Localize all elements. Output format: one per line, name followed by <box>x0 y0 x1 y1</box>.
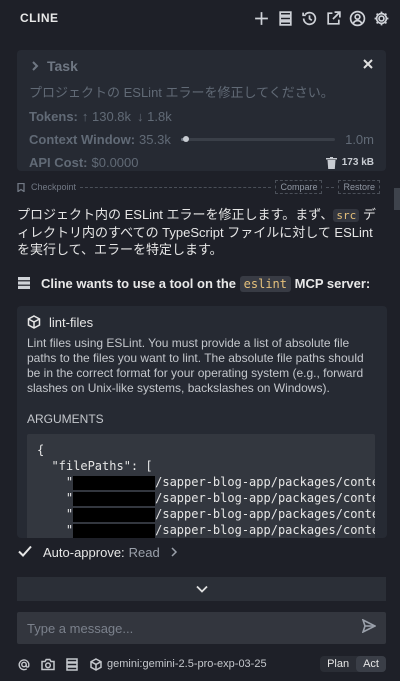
mcp-servers-button[interactable] <box>65 657 79 671</box>
gear-icon[interactable] <box>372 9 390 27</box>
tokens-in: ↑ 130.8k <box>81 109 132 124</box>
bottom-bar: gemini:gemini-2.5-pro-exp-03-25 Plan Act <box>17 654 386 674</box>
mcp-server-name: eslint <box>239 275 291 292</box>
plan-mode-button[interactable]: Plan <box>320 656 356 672</box>
context-progress-bar <box>180 136 336 142</box>
plus-icon[interactable] <box>252 9 270 27</box>
checkpoint-row: Checkpoint Compare Restore <box>17 180 380 194</box>
task-label: Task <box>47 58 78 74</box>
server-icon[interactable] <box>276 9 294 27</box>
task-text: プロジェクトの ESLint エラーを修正してください。 <box>29 85 334 100</box>
arguments-label: ARGUMENTS <box>27 412 104 426</box>
restore-button[interactable]: Restore <box>338 180 380 194</box>
plan-act-toggle[interactable]: Plan Act <box>320 656 386 672</box>
popout-icon[interactable] <box>324 9 342 27</box>
server-icon <box>18 277 30 289</box>
cost-label: API Cost: <box>29 155 88 170</box>
message-input-box <box>17 612 386 644</box>
task-size[interactable]: 173 kB <box>325 156 374 169</box>
inline-code: src <box>333 209 360 222</box>
cube-icon <box>27 315 41 329</box>
scrollbar-thumb[interactable] <box>394 188 400 210</box>
cost-row: API Cost: $0.0000 173 kB <box>29 155 374 170</box>
send-icon <box>361 617 377 634</box>
context-max: 1.0m <box>345 132 374 147</box>
arguments-code: { "filePaths": [ "/sapper-blog-app/packa… <box>27 434 375 538</box>
account-icon[interactable] <box>348 9 366 27</box>
checkpoint-divider <box>326 186 335 188</box>
code-line: { <box>37 443 45 457</box>
scroll-to-bottom-button[interactable] <box>17 577 386 601</box>
checkpoint-label: Checkpoint <box>31 182 77 192</box>
context-label: Context Window: <box>29 132 136 147</box>
task-panel: Task プロジェクトの ESLint エラーを修正してください。 Tokens… <box>17 50 386 171</box>
header: CLINE <box>0 0 400 36</box>
history-icon[interactable] <box>300 9 318 27</box>
task-toggle[interactable]: Task <box>29 58 78 74</box>
chevron-down-icon <box>195 585 208 593</box>
tool-name-row: lint-files <box>27 314 377 330</box>
task-size-value: 173 kB <box>341 157 374 168</box>
at-icon <box>18 658 30 670</box>
tokens-out: ↓ 1.8k <box>137 109 172 124</box>
cube-icon <box>90 657 102 671</box>
camera-icon <box>41 658 55 670</box>
checkpoint-divider <box>80 186 272 188</box>
close-icon <box>363 59 373 69</box>
add-image-button[interactable] <box>41 658 55 671</box>
tokens-label: Tokens: <box>29 109 78 124</box>
server-icon <box>66 657 78 671</box>
redacted-block <box>73 507 156 522</box>
context-progress-marker <box>183 136 190 142</box>
chevron-right-icon <box>170 545 178 560</box>
app-title: CLINE <box>20 11 59 25</box>
code-line: "/sapper-blog-app/packages/conte <box>37 491 375 506</box>
tool-description: Lint files using ESLint. You must provid… <box>27 336 364 395</box>
send-button[interactable] <box>361 617 377 638</box>
redacted-block <box>73 523 156 538</box>
tool-name: lint-files <box>49 314 94 330</box>
tool-request-heading: Cline wants to use a tool on the eslint … <box>17 274 387 292</box>
redacted-block <box>73 475 156 490</box>
assistant-message: プロジェクト内の ESLint エラーを修正します。まず、 src ディレクトリ内… <box>17 206 383 258</box>
model-selector[interactable]: gemini:gemini-2.5-pro-exp-03-25 <box>89 657 267 671</box>
tool-request-suffix: MCP server: <box>294 275 371 291</box>
auto-approve-checkbox[interactable] <box>17 543 33 562</box>
redacted-block <box>73 491 156 506</box>
context-row: Context Window: 35.3k 1.0m <box>29 132 374 147</box>
auto-approve-value: Read <box>128 544 160 560</box>
compare-button[interactable]: Compare <box>275 180 323 194</box>
tokens-row: Tokens: ↑ 130.8k ↓ 1.8k <box>29 109 374 124</box>
tool-card: lint-files Lint files using ESLint. You … <box>17 306 387 538</box>
code-line: "/sapper-blog-app/packages/conte <box>37 475 375 490</box>
code-line: "filePaths": [ <box>37 459 153 473</box>
message-text-1: プロジェクト内の ESLint エラーを修正します。まず、 <box>17 207 334 222</box>
trash-icon <box>325 156 337 169</box>
mention-button[interactable] <box>17 658 31 671</box>
check-icon <box>18 545 32 557</box>
cost-value: $0.0000 <box>91 155 139 170</box>
bookmark-icon <box>17 182 25 192</box>
message-input[interactable] <box>27 620 362 636</box>
code-line: "/sapper-blog-app/packages/conte <box>37 523 375 538</box>
model-name: gemini:gemini-2.5-pro-exp-03-25 <box>107 658 267 670</box>
tool-request-prefix: Cline wants to use a tool on the <box>41 275 237 291</box>
header-actions <box>252 9 390 27</box>
chevron-right-icon <box>32 61 39 71</box>
auto-approve-label: Auto-approve: <box>43 544 125 560</box>
auto-approve-row[interactable]: Auto-approve: Read <box>17 543 178 561</box>
context-used: 35.3k <box>139 132 171 147</box>
act-mode-button[interactable]: Act <box>356 656 386 672</box>
close-task-button[interactable] <box>362 57 374 75</box>
code-line: "/sapper-blog-app/packages/conte <box>37 507 375 522</box>
